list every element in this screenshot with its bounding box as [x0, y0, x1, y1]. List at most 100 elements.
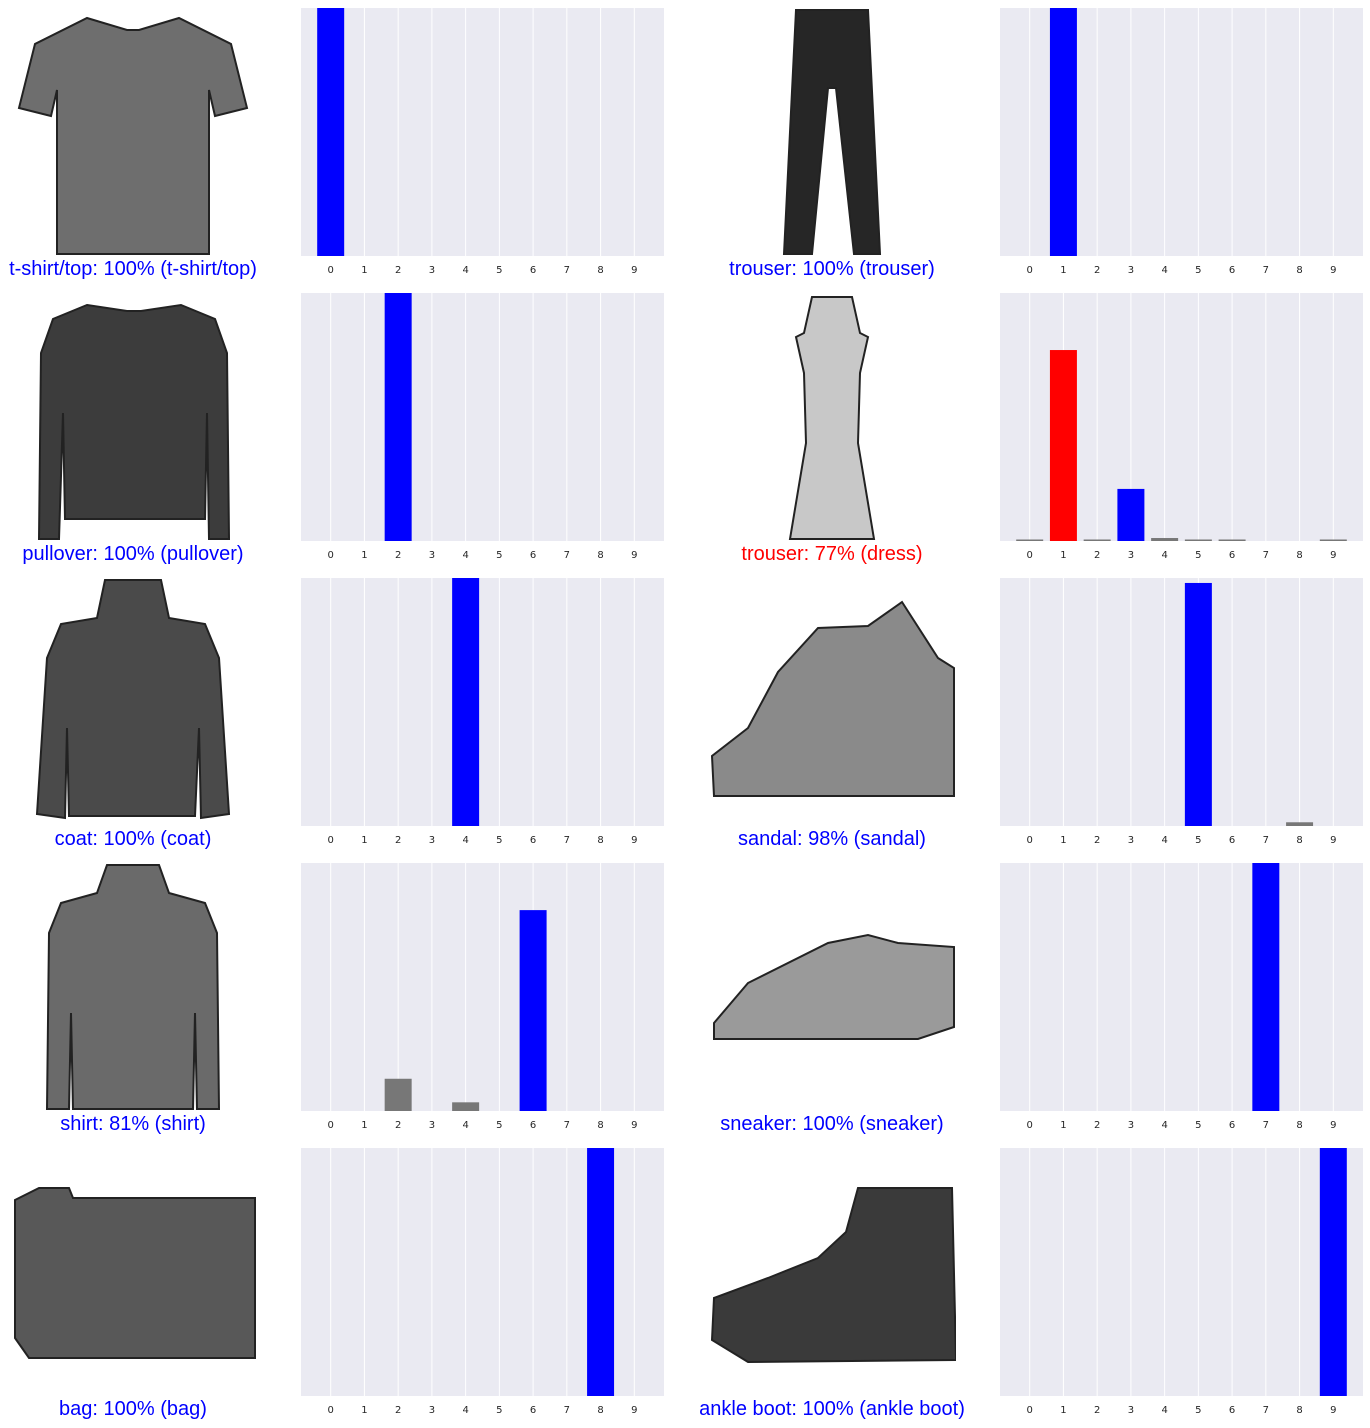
bag-icon-silhouette	[14, 1187, 256, 1359]
x-tick-label: 6	[1229, 1405, 1235, 1416]
x-tick-label: 3	[1128, 1120, 1134, 1131]
ankle-boot-icon-silhouette	[710, 1187, 956, 1364]
x-tick-label: 3	[1128, 550, 1134, 561]
x-tick-label: 6	[1229, 550, 1235, 561]
t-shirt-icon	[9, 8, 257, 256]
x-tick-label: 3	[429, 550, 435, 561]
x-tick-label: 1	[361, 550, 367, 561]
x-tick-label: 0	[328, 835, 334, 846]
x-tick-label: 5	[496, 265, 502, 276]
x-tick-label: 3	[429, 835, 435, 846]
x-tick-label: 9	[1330, 1405, 1336, 1416]
x-tick-label: 9	[631, 265, 637, 276]
prediction-caption: t-shirt/top: 100% (t-shirt/top)	[9, 258, 257, 280]
dress-icon	[708, 293, 956, 541]
x-tick-label: 1	[1060, 550, 1066, 561]
x-tick-label: 7	[1263, 835, 1269, 846]
bar-class-5	[1184, 582, 1212, 826]
x-tick-label: 0	[1027, 1405, 1033, 1416]
pullover-icon	[9, 293, 257, 541]
prediction-caption: sandal: 98% (sandal)	[738, 828, 926, 850]
x-tick-label: 9	[631, 835, 637, 846]
probability-bar-chart: 0 1 2 3 4 5 6 7 8 9	[1000, 293, 1363, 563]
bar-class-8	[587, 1148, 615, 1396]
x-tick-label: 9	[1330, 265, 1336, 276]
bar-class-0	[317, 8, 345, 256]
bar-class-2	[384, 1078, 412, 1111]
x-tick-label: 9	[1330, 1120, 1336, 1131]
probability-bar-chart: 0 1 2 3 4 5 6 7 8 9	[301, 863, 664, 1133]
probability-bar-chart: 0 1 2 3 4 5 6 7 8 9	[1000, 8, 1363, 278]
prediction-caption: coat: 100% (coat)	[54, 828, 212, 850]
probability-bar-chart: 0 1 2 3 4 5 6 7 8 9	[301, 578, 664, 848]
x-tick-label: 6	[530, 550, 536, 561]
x-tick-label: 9	[1330, 550, 1336, 561]
plot-area	[1000, 578, 1363, 826]
sandal-icon-silhouette	[710, 600, 955, 797]
x-tick-label: 4	[462, 1120, 468, 1131]
trouser-icon	[708, 8, 956, 256]
x-tick-label: 1	[1060, 835, 1066, 846]
x-tick-label: 0	[1027, 265, 1033, 276]
plot-area	[301, 863, 664, 1111]
shirt-icon	[9, 863, 257, 1111]
x-tick-label: 1	[361, 265, 367, 276]
x-tick-label: 3	[1128, 1405, 1134, 1416]
x-tick-label: 8	[1296, 1405, 1302, 1416]
ankle-boot-icon	[708, 1148, 956, 1396]
coat-icon-silhouette	[35, 579, 231, 820]
shirt-icon-silhouette	[45, 864, 221, 1110]
x-tick-label: 2	[395, 550, 401, 561]
x-tick-label: 1	[1060, 1120, 1066, 1131]
probability-bar-chart: 0 1 2 3 4 5 6 7 8 9	[301, 1148, 664, 1418]
x-tick-label: 3	[1128, 835, 1134, 846]
x-tick-label: 8	[597, 1405, 603, 1416]
probability-bar-chart: 0 1 2 3 4 5 6 7 8 9	[1000, 578, 1363, 848]
x-tick-label: 3	[429, 265, 435, 276]
coat-icon	[9, 578, 257, 826]
probability-bar-chart: 0 1 2 3 4 5 6 7 8 9	[301, 293, 664, 563]
bar-class-8	[1286, 822, 1314, 826]
bar-class-3	[1117, 488, 1145, 541]
bar-class-4	[452, 1102, 480, 1111]
bar-class-4	[452, 578, 480, 826]
probability-bar-chart: 0 1 2 3 4 5 6 7 8 9	[1000, 863, 1363, 1133]
x-tick-label: 5	[496, 1120, 502, 1131]
plot-area	[301, 8, 664, 256]
x-tick-label: 4	[1161, 1120, 1167, 1131]
x-tick-label: 0	[1027, 835, 1033, 846]
x-tick-label: 3	[429, 1120, 435, 1131]
x-tick-label: 5	[1195, 1120, 1201, 1131]
probability-bar-chart: 0 1 2 3 4 5 6 7 8 9	[301, 8, 664, 278]
x-tick-label: 7	[564, 835, 570, 846]
prediction-caption: sneaker: 100% (sneaker)	[720, 1113, 944, 1135]
x-tick-label: 6	[1229, 265, 1235, 276]
x-tick-label: 8	[597, 835, 603, 846]
probability-bar-chart: 0 1 2 3 4 5 6 7 8 9	[1000, 1148, 1363, 1418]
x-tick-label: 2	[1094, 835, 1100, 846]
x-tick-label: 4	[1161, 550, 1167, 561]
bar-class-2	[1083, 539, 1111, 541]
x-tick-label: 6	[530, 835, 536, 846]
x-tick-label: 7	[564, 1120, 570, 1131]
x-tick-label: 4	[462, 265, 468, 276]
prediction-caption: trouser: 100% (trouser)	[729, 258, 935, 280]
bar-class-5	[1184, 539, 1212, 541]
bar-class-9	[1319, 1148, 1347, 1396]
x-tick-label: 2	[1094, 265, 1100, 276]
x-tick-label: 9	[1330, 835, 1336, 846]
x-tick-label: 1	[361, 1120, 367, 1131]
x-tick-label: 2	[1094, 1405, 1100, 1416]
bar-class-2	[384, 293, 412, 541]
bar-class-1	[1049, 350, 1077, 541]
prediction-caption: bag: 100% (bag)	[59, 1398, 207, 1420]
x-tick-label: 4	[462, 835, 468, 846]
x-tick-label: 1	[361, 1405, 367, 1416]
plot-area	[1000, 863, 1363, 1111]
dress-icon-silhouette	[788, 296, 876, 540]
x-tick-label: 5	[1195, 1405, 1201, 1416]
bag-icon	[9, 1148, 257, 1396]
x-tick-label: 0	[328, 550, 334, 561]
bar-class-9	[1319, 539, 1347, 541]
x-tick-label: 9	[631, 1405, 637, 1416]
